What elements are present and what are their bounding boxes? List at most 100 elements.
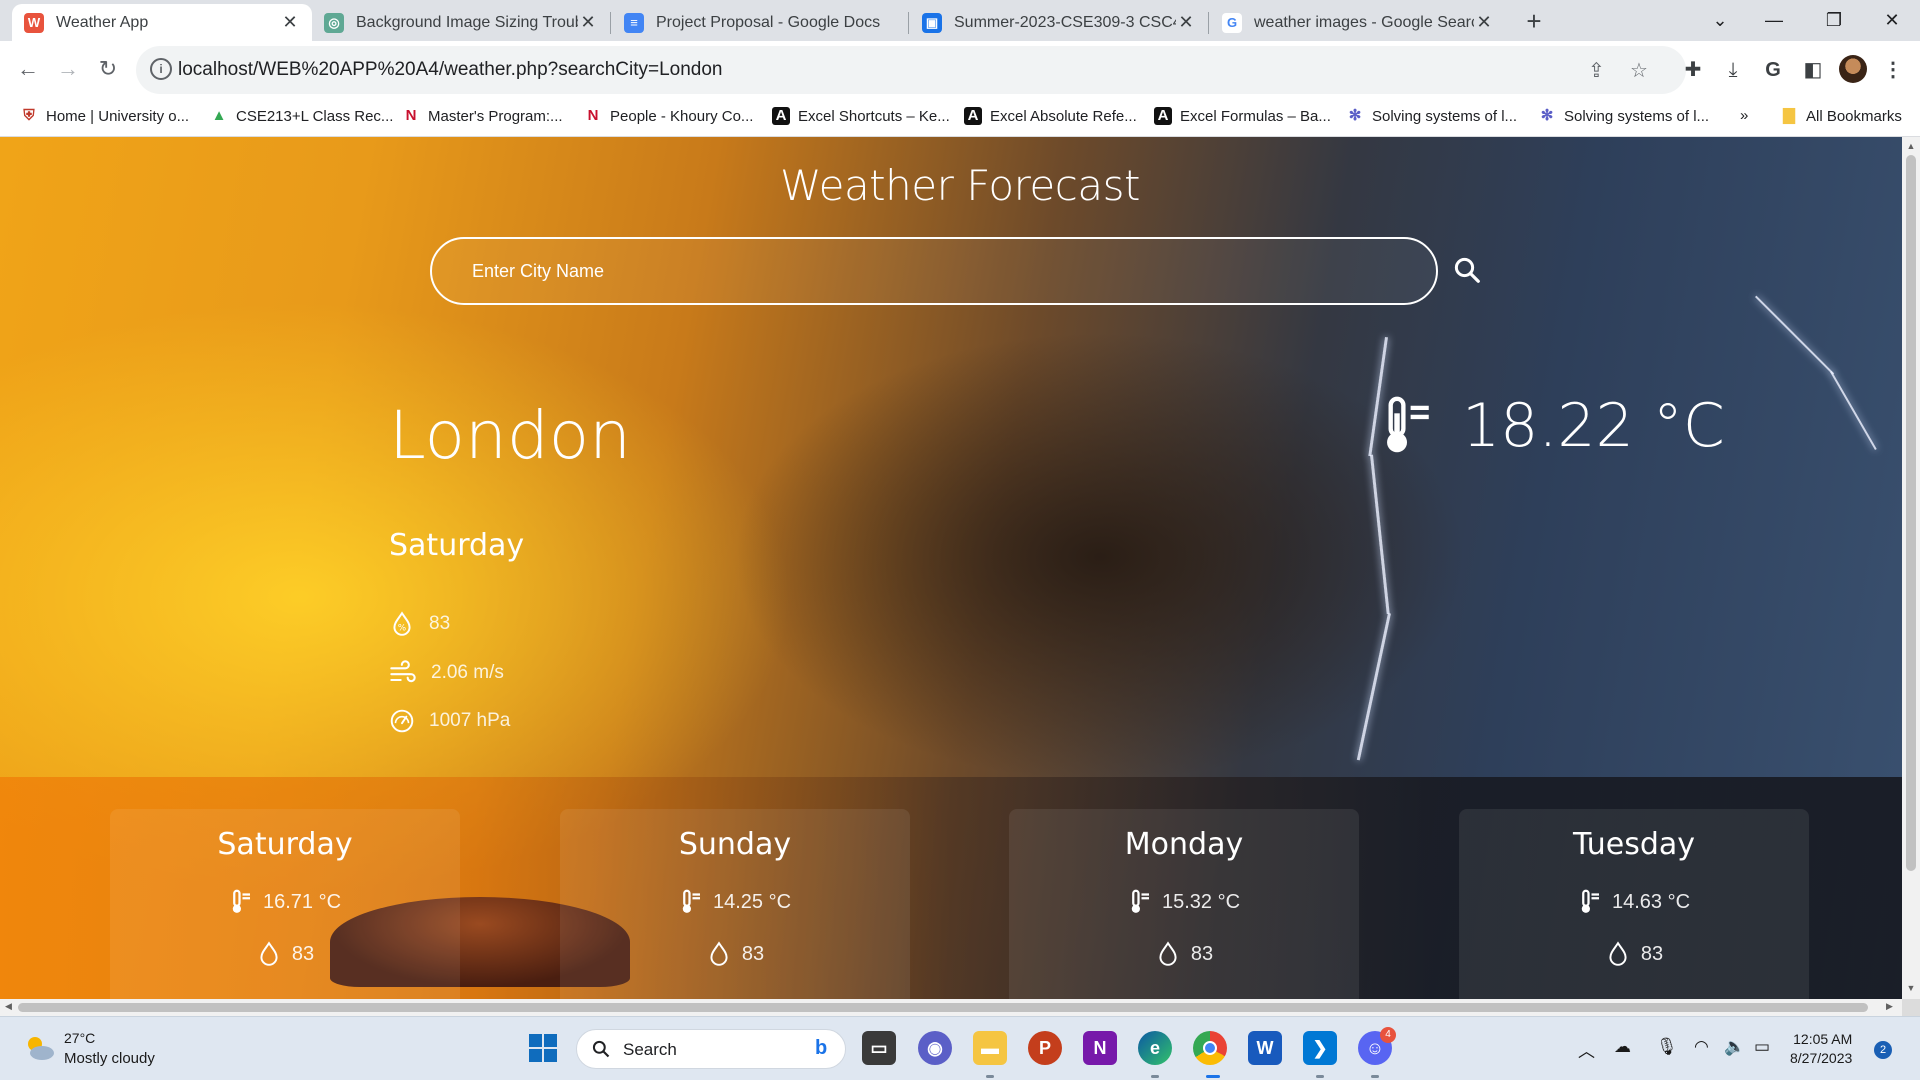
chrome-icon[interactable] bbox=[1193, 1031, 1227, 1065]
current-day: Saturday bbox=[389, 528, 525, 563]
bookmark-item[interactable]: ✻ Solving systems of l... bbox=[1538, 107, 1709, 125]
bookmark-item[interactable]: N Master's Program:... bbox=[402, 107, 563, 125]
horizontal-scroll-thumb[interactable] bbox=[18, 1003, 1868, 1012]
more-bookmarks-button[interactable]: » bbox=[1740, 107, 1748, 124]
edge-icon[interactable]: e bbox=[1138, 1031, 1172, 1065]
bookmark-item[interactable]: ⛨ Home | University o... bbox=[20, 107, 189, 125]
new-tab-button[interactable]: + bbox=[1518, 6, 1550, 38]
back-arrow-icon[interactable]: ← bbox=[10, 51, 46, 87]
wind-stat: 2.06 m/s bbox=[389, 659, 504, 687]
task-view-icon[interactable]: ▭ bbox=[862, 1031, 896, 1065]
forecast-card: Saturday 16.71 °C 83 bbox=[110, 809, 460, 999]
scroll-left-arrow-icon[interactable]: ◀ bbox=[5, 1001, 12, 1012]
wifi-icon[interactable]: ◠ bbox=[1694, 1037, 1709, 1057]
horizontal-scrollbar[interactable]: ◀ ▶ bbox=[0, 999, 1902, 1016]
tab-weather-images[interactable]: G weather images - Google Search ✕ bbox=[1210, 4, 1506, 41]
search-icon[interactable] bbox=[1452, 255, 1482, 285]
google-extension-icon[interactable]: G bbox=[1758, 55, 1788, 85]
file-explorer-icon[interactable]: ▬ bbox=[973, 1031, 1007, 1065]
forecast-card: Monday 15.32 °C 83 bbox=[1009, 809, 1359, 999]
taskbar-search-box[interactable]: Search b bbox=[576, 1029, 846, 1069]
forward-arrow-icon[interactable]: → bbox=[50, 51, 86, 87]
bookmark-item[interactable]: ▲ CSE213+L Class Rec... bbox=[210, 107, 394, 125]
tab-summer-course[interactable]: ▣ Summer-2023-CSE309-3 CSC455 ✕ bbox=[910, 4, 1208, 41]
vscode-icon[interactable]: ❯ bbox=[1303, 1031, 1337, 1065]
google-favicon-icon: G bbox=[1222, 12, 1242, 33]
volume-icon[interactable]: 🔈 bbox=[1724, 1037, 1745, 1057]
tab-search-chevron-icon[interactable]: ⌄ bbox=[1692, 4, 1748, 36]
microphone-icon[interactable]: 🎙 bbox=[1656, 1037, 1678, 1057]
forecast-day: Saturday bbox=[217, 827, 353, 862]
battery-icon[interactable]: ▭ bbox=[1754, 1037, 1770, 1057]
address-bar[interactable]: i localhost/WEB%20APP%20A4/weather.php?s… bbox=[136, 46, 1686, 94]
share-icon[interactable]: ⇪ bbox=[1588, 58, 1605, 83]
tab-project-proposal[interactable]: ≡ Project Proposal - Google Docs bbox=[612, 4, 908, 41]
vertical-scrollbar[interactable]: ▲ ▼ bbox=[1902, 137, 1920, 999]
close-tab-icon[interactable]: ✕ bbox=[280, 12, 300, 33]
tab-weather-app[interactable]: W Weather App ✕ bbox=[12, 4, 312, 41]
profile-avatar[interactable] bbox=[1839, 55, 1867, 83]
onedrive-cloud-icon[interactable]: ☁ bbox=[1614, 1037, 1631, 1057]
folder-icon: ▇ bbox=[1783, 107, 1795, 124]
city-search-input[interactable] bbox=[430, 237, 1438, 305]
classroom-favicon-icon: ▣ bbox=[922, 12, 942, 33]
forecast-card: Sunday 14.25 °C 83 bbox=[560, 809, 910, 999]
bookmark-item[interactable]: N People - Khoury Co... bbox=[584, 107, 754, 125]
extensions-puzzle-icon[interactable]: ✚ bbox=[1678, 55, 1708, 85]
current-temperature: 18.22 °C bbox=[1378, 391, 1725, 461]
powerpoint-icon[interactable]: P bbox=[1028, 1031, 1062, 1065]
close-tab-icon[interactable]: ✕ bbox=[1176, 12, 1196, 33]
system-clock[interactable]: 12:05 AM 8/27/2023 bbox=[1790, 1030, 1852, 1068]
menu-kebab-icon[interactable]: ⋮ bbox=[1878, 55, 1908, 85]
bookmark-star-icon[interactable]: ☆ bbox=[1630, 58, 1648, 83]
tab-title: Project Proposal - Google Docs bbox=[656, 13, 881, 31]
forecast-temp: 15.32 °C bbox=[1161, 890, 1241, 913]
tab-title: Background Image Sizing Trouble bbox=[356, 13, 578, 31]
download-icon[interactable]: ⤓ bbox=[1718, 55, 1748, 85]
site-info-icon[interactable]: i bbox=[150, 58, 172, 80]
bookmark-item[interactable]: ✻ Solving systems of l... bbox=[1346, 107, 1517, 125]
close-tab-icon[interactable]: ✕ bbox=[578, 12, 598, 33]
close-window-button[interactable]: ✕ bbox=[1864, 4, 1920, 36]
vertical-scroll-thumb[interactable] bbox=[1906, 155, 1916, 871]
side-panel-icon[interactable]: ◧ bbox=[1798, 55, 1828, 85]
windows-start-icon[interactable] bbox=[526, 1031, 560, 1065]
forecast-temp: 16.71 °C bbox=[262, 890, 342, 913]
scroll-right-arrow-icon[interactable]: ▶ bbox=[1886, 1001, 1893, 1012]
humidity-stat: % 83 bbox=[389, 611, 450, 637]
scroll-down-arrow-icon[interactable]: ▼ bbox=[1902, 983, 1920, 993]
tab-title: weather images - Google Search bbox=[1254, 13, 1474, 31]
running-indicator bbox=[986, 1075, 994, 1078]
scroll-up-arrow-icon[interactable]: ▲ bbox=[1902, 141, 1920, 151]
tab-separator bbox=[1208, 12, 1209, 34]
bookmark-label: People - Khoury Co... bbox=[610, 107, 754, 125]
bookmark-item[interactable]: A Excel Absolute Refe... bbox=[964, 107, 1137, 125]
url-text[interactable]: localhost/WEB%20APP%20A4/weather.php?sea… bbox=[178, 59, 722, 81]
forecast-humidity-row: 83 bbox=[560, 941, 910, 967]
forecast-temp-row: 14.63 °C bbox=[1459, 889, 1809, 915]
minimize-button[interactable]: — bbox=[1746, 4, 1802, 36]
forecast-humidity: 83 bbox=[741, 942, 765, 965]
humidity-drop-icon bbox=[260, 941, 278, 966]
bookmark-item[interactable]: A Excel Shortcuts – Ke... bbox=[772, 107, 950, 125]
taskbar-weather-desc[interactable]: Mostly cloudy bbox=[64, 1050, 155, 1067]
forecast-humidity: 83 bbox=[291, 942, 315, 965]
word-icon[interactable]: W bbox=[1248, 1031, 1282, 1065]
restore-button[interactable]: ❐ bbox=[1806, 4, 1862, 36]
tab-background-image[interactable]: ◎ Background Image Sizing Trouble ✕ bbox=[312, 4, 610, 41]
forecast-humidity-row: 83 bbox=[110, 941, 460, 967]
all-bookmarks-button[interactable]: ▇ All Bookmarks bbox=[1780, 107, 1902, 125]
onenote-icon[interactable]: N bbox=[1083, 1031, 1117, 1065]
bookmark-label: Excel Absolute Refe... bbox=[990, 107, 1137, 125]
teams-chat-icon[interactable]: ◉ bbox=[918, 1031, 952, 1065]
bookmark-item[interactable]: A Excel Formulas – Ba... bbox=[1154, 107, 1331, 125]
wind-value: 2.06 m/s bbox=[431, 662, 504, 683]
show-hidden-icons-chevron-icon[interactable]: ︿ bbox=[1578, 1037, 1595, 1062]
reload-icon[interactable]: ↻ bbox=[90, 51, 126, 87]
close-tab-icon[interactable]: ✕ bbox=[1474, 12, 1494, 33]
forecast-temp: 14.63 °C bbox=[1611, 890, 1691, 913]
taskbar-weather-temp[interactable]: 27°C bbox=[64, 1030, 95, 1046]
notification-badge[interactable]: 2 bbox=[1874, 1041, 1892, 1059]
weather-widget-icon[interactable] bbox=[22, 1031, 56, 1065]
bookmark-label: CSE213+L Class Rec... bbox=[236, 107, 394, 125]
